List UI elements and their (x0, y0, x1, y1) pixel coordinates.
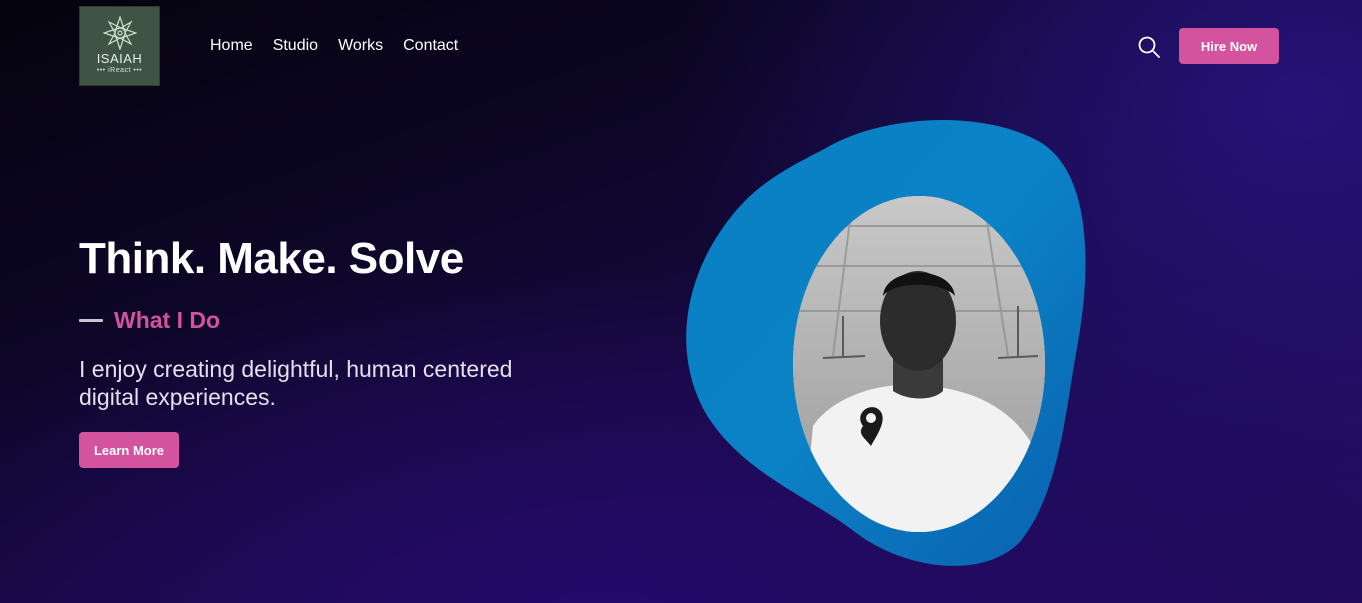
nav-studio[interactable]: Studio (273, 36, 318, 56)
hero-subtitle: What I Do (114, 307, 221, 333)
hero-description: I enjoy creating delightful, human cente… (79, 356, 513, 410)
learn-more-button[interactable]: Learn More (79, 432, 179, 468)
main-nav: Home Studio Works Contact (210, 36, 458, 56)
site-logo[interactable]: ISAIAH ••• iReact ••• (79, 6, 160, 86)
hero-title: Think. Make. Solve (79, 234, 464, 283)
logo-subtitle: ••• iReact ••• (96, 67, 143, 74)
logo-name: ISAIAH (96, 51, 143, 66)
logo-star-icon (102, 16, 137, 50)
subtitle-dash (79, 318, 103, 322)
hero-subtitle-row: What I Do (79, 306, 220, 334)
profile-photo (793, 196, 1045, 532)
hire-now-button[interactable]: Hire Now (1179, 28, 1279, 64)
search-icon[interactable] (1137, 35, 1161, 59)
profile-photo-illustration (793, 196, 1045, 532)
nav-home[interactable]: Home (210, 36, 253, 56)
nav-contact[interactable]: Contact (403, 36, 458, 56)
nav-works[interactable]: Works (338, 36, 383, 56)
